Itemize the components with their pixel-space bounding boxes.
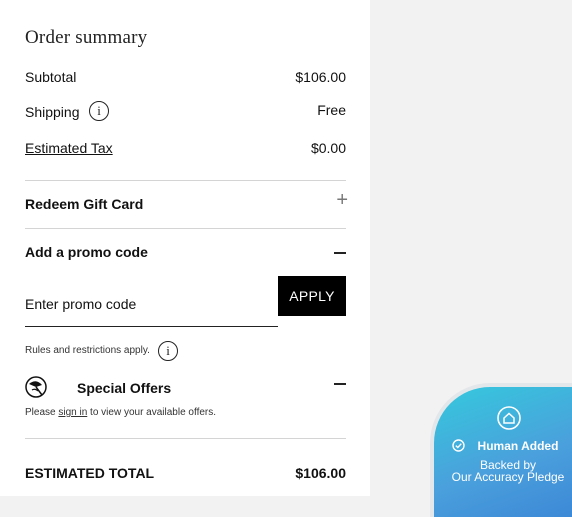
shipping-label: Shipping <box>25 104 80 120</box>
rules-text: Rules and restrictions apply. <box>25 345 150 356</box>
shipping-info-icon[interactable]: i <box>89 101 109 121</box>
accuracy-pledge-badge[interactable]: Human Added Backed by Our Accuracy Pledg… <box>430 383 572 517</box>
minus-icon[interactable] <box>334 383 346 385</box>
badge-title: Human Added <box>477 439 559 453</box>
promo-code-toggle[interactable]: Add a promo code <box>25 244 148 260</box>
plus-icon[interactable]: + <box>336 189 348 212</box>
shipping-value: Free <box>317 102 346 118</box>
divider <box>25 228 346 229</box>
subtotal-label: Subtotal <box>25 69 77 85</box>
special-offers-toggle[interactable]: Special Offers <box>77 380 171 396</box>
sign-in-link[interactable]: sign in <box>58 407 87 418</box>
subtotal-value: $106.00 <box>295 69 346 85</box>
estimated-tax-value: $0.00 <box>310 140 346 156</box>
offers-text-suffix: to view your available offers. <box>87 407 217 418</box>
estimated-total-label: ESTIMATED TOTAL <box>25 465 155 481</box>
divider <box>25 180 346 181</box>
divider <box>25 438 346 439</box>
estimated-total-value: $106.00 <box>295 465 346 481</box>
apply-button[interactable]: APPLY <box>278 276 346 316</box>
offers-signin-text: Please sign in to view your available of… <box>25 407 216 418</box>
redeem-gift-card-toggle[interactable]: Redeem Gift Card <box>25 196 143 212</box>
home-badge-icon <box>497 406 521 430</box>
beach-umbrella-icon <box>25 376 47 398</box>
rules-info-icon[interactable]: i <box>158 341 178 361</box>
estimated-tax-link[interactable]: Estimated Tax <box>25 140 113 156</box>
order-summary-title: Order summary <box>25 27 148 48</box>
badge-line2: Our Accuracy Pledge <box>451 470 565 484</box>
minus-icon[interactable] <box>334 252 346 254</box>
offers-text-prefix: Please <box>25 407 59 418</box>
promo-code-input[interactable] <box>25 282 278 327</box>
order-summary-panel: Order summary Subtotal $106.00 Shipping … <box>0 0 370 496</box>
